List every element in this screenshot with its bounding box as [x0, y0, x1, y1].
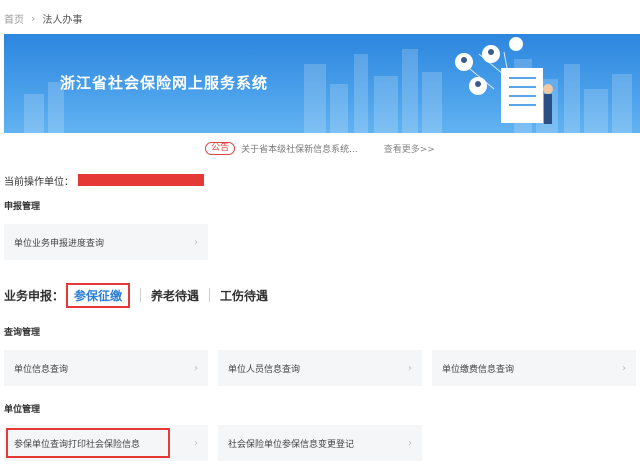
breadcrumb: 首页 › 法人办事 — [4, 9, 82, 27]
tab-divider — [209, 288, 211, 302]
tab-injury[interactable]: 工伤待遇 — [220, 287, 268, 304]
business-tabs: 业务申报： 参保征缴 养老待遇 工伤待遇 — [4, 282, 268, 308]
chevron-right-icon: › — [194, 362, 198, 374]
card-staff-info-query[interactable]: 单位人员信息查询 › — [218, 350, 422, 386]
card-label: 参保单位查询打印社会保险信息 — [14, 439, 141, 450]
notice-link[interactable]: 关于省本级社保新信息系统... — [241, 142, 358, 155]
operator-label: 当前操作单位： — [4, 176, 74, 188]
tab-pension[interactable]: 养老待遇 — [151, 287, 199, 304]
chevron-right-icon: › — [194, 236, 198, 248]
card-label: 单位业务申报进度查询 — [14, 238, 105, 249]
chevron-right-icon: › — [408, 437, 412, 449]
breadcrumb-home[interactable]: 首页 — [4, 11, 24, 26]
card-insurance-change-registration[interactable]: 社会保险单位参保信息变更登记 › — [218, 425, 422, 461]
section-title-unit: 单位管理 — [4, 405, 41, 415]
tab-insurance-collection[interactable]: 参保征缴 — [66, 282, 131, 308]
card-label: 单位人员信息查询 — [228, 364, 301, 375]
card-label: 社会保险单位参保信息变更登记 — [228, 439, 355, 450]
notice-bar: 公告 关于省本级社保新信息系统... 查看更多>> — [0, 138, 640, 158]
operator-redaction — [78, 174, 204, 186]
header-banner: 浙江省社会保险网上服务系统 — [4, 34, 640, 133]
card-unit-info-query[interactable]: 单位信息查询 › — [4, 350, 208, 386]
section-title-declare: 申报管理 — [4, 202, 41, 212]
tabs-label: 业务申报： — [4, 288, 65, 303]
breadcrumb-separator-icon: › — [31, 11, 36, 25]
card-label: 单位缴费信息查询 — [442, 364, 515, 375]
chevron-right-icon: › — [622, 362, 626, 374]
chevron-right-icon: › — [408, 362, 412, 374]
chevron-right-icon: › — [194, 437, 198, 449]
notice-badge: 公告 — [205, 141, 236, 155]
breadcrumb-current: 法人办事 — [42, 14, 83, 26]
banner-title: 浙江省社会保险网上服务系统 — [60, 74, 269, 92]
card-payment-info-query[interactable]: 单位缴费信息查询 › — [432, 350, 636, 386]
card-label: 单位信息查询 — [14, 364, 69, 375]
tab-divider — [140, 288, 142, 302]
notice-more-link[interactable]: 查看更多>> — [384, 142, 435, 155]
card-declare-progress[interactable]: 单位业务申报进度查询 › — [4, 224, 208, 260]
current-operator: 当前操作单位： — [4, 172, 204, 188]
card-print-insurance-info[interactable]: 参保单位查询打印社会保险信息 › — [4, 425, 208, 461]
section-title-query: 查询管理 — [4, 328, 41, 338]
